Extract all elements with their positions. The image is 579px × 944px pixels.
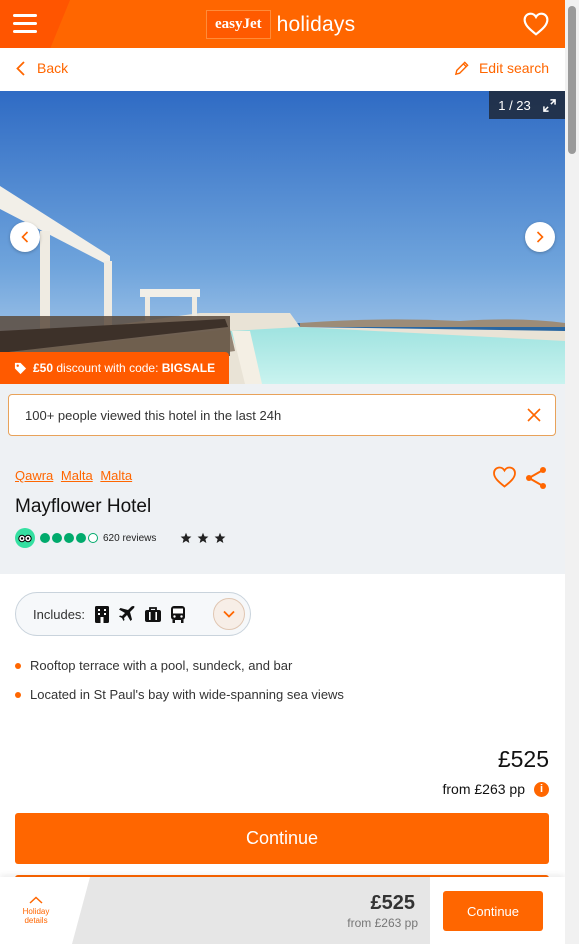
rating-bubble [40, 533, 50, 543]
gallery-next-button[interactable] [525, 222, 555, 252]
promo-amount: £50 [33, 361, 54, 375]
tripadvisor-rating-bubbles [40, 533, 98, 543]
star-icon [214, 532, 226, 543]
holiday-details-label-2: details [24, 916, 48, 925]
close-icon[interactable] [527, 408, 541, 422]
scrollbar-thumb[interactable] [568, 6, 576, 154]
page-scrollbar[interactable] [565, 0, 579, 944]
tag-icon [14, 362, 27, 374]
edit-search-label: Edit search [478, 60, 549, 76]
breadcrumb-country[interactable]: Malta [100, 468, 132, 483]
hamburger-menu-icon[interactable] [13, 14, 37, 34]
price-info-icon[interactable]: i [534, 781, 549, 797]
includes-expand-button[interactable] [213, 598, 245, 630]
bottom-total-price: £525 [370, 892, 416, 914]
back-link[interactable]: Back [16, 60, 68, 76]
image-counter[interactable]: 1 / 23 [489, 91, 565, 119]
hotel-image-gallery[interactable]: 1 / 23 £50 discount with code: BIGSALE [0, 91, 565, 384]
popularity-notice: 100+ people viewed this hotel in the las… [8, 394, 556, 436]
rating-row: 620 reviews [15, 528, 226, 548]
star-icon [197, 532, 209, 543]
sub-navigation: Back Edit search [0, 48, 565, 91]
edit-search-link[interactable]: Edit search [454, 60, 549, 76]
holiday-details-toggle[interactable]: Holiday details [0, 877, 72, 944]
hotel-icon [95, 606, 110, 623]
hotel-page: easyJet holidays Back Edit search 1 / 23… [0, 0, 565, 944]
hotel-star-rating [180, 532, 226, 544]
breadcrumb-resort[interactable]: Qawra [15, 468, 53, 483]
package-includes-pill: Includes: [15, 592, 251, 636]
sticky-booking-bar: Holiday details £525 from £263 pp Contin… [0, 877, 565, 944]
easyjet-holidays-logo[interactable]: easyJet holidays [206, 10, 355, 39]
bottom-per-person-price: from £263 pp [347, 916, 418, 930]
continue-button[interactable]: Continue [15, 813, 549, 864]
per-person-price: from £263 pp i [442, 781, 549, 797]
chevron-left-icon [16, 60, 25, 76]
promo-code: BIGSALE [161, 361, 216, 375]
tripadvisor-owl-icon [15, 528, 35, 548]
popularity-notice-text: 100+ people viewed this hotel in the las… [25, 407, 282, 423]
star-icon [180, 532, 192, 543]
favourites-heart-icon[interactable] [523, 12, 549, 36]
review-count[interactable]: 620 reviews [103, 533, 156, 544]
chevron-left-icon [21, 231, 29, 243]
share-icon[interactable] [524, 466, 548, 490]
breadcrumb-region[interactable]: Malta [61, 468, 93, 483]
image-counter-text: 1 / 23 [498, 97, 531, 113]
holiday-details-label-1: Holiday [22, 907, 50, 916]
back-label: Back [37, 60, 69, 76]
chevron-right-icon [536, 231, 544, 243]
includes-label: Includes: [33, 606, 86, 622]
chevron-up-icon [29, 896, 43, 904]
add-to-favourites-heart-icon[interactable] [492, 466, 517, 488]
top-header: easyJet holidays [0, 0, 565, 48]
promo-discount-banner: £50 discount with code: BIGSALE [0, 352, 230, 384]
logo-sub: holidays [276, 12, 356, 36]
bottom-continue-button[interactable]: Continue [443, 891, 543, 931]
hotel-highlights: Rooftop terrace with a pool, sundeck, an… [15, 657, 344, 715]
includes-icons [94, 605, 186, 623]
hotel-name: Mayflower Hotel [15, 496, 152, 517]
promo-text: discount with code: [53, 361, 162, 375]
pencil-icon [454, 60, 469, 75]
luggage-icon [145, 606, 162, 622]
gallery-previous-button[interactable] [10, 222, 40, 252]
rating-bubble [64, 533, 74, 543]
rating-bubble [88, 533, 98, 543]
highlight-item: Located in St Paul's bay with wide-spann… [15, 686, 344, 715]
transfer-bus-icon [171, 606, 186, 623]
hotel-pool-photo [0, 91, 565, 384]
rating-bubble [52, 533, 62, 543]
total-price: £525 [497, 746, 549, 772]
location-breadcrumb: Qawra Malta Malta [15, 468, 136, 483]
per-person-price-text: from £263 pp [442, 781, 526, 797]
hotel-summary-band: 100+ people viewed this hotel in the las… [0, 384, 565, 574]
rating-bubble [76, 533, 86, 543]
chevron-down-icon [223, 610, 235, 618]
plane-icon [119, 605, 135, 621]
expand-fullscreen-icon [542, 98, 556, 112]
logo-brand: easyJet [206, 10, 271, 39]
highlight-item: Rooftop terrace with a pool, sundeck, an… [15, 657, 344, 686]
